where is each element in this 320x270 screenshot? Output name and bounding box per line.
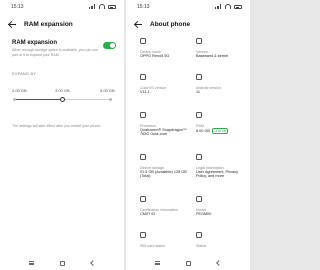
status-time: 15:13 bbox=[11, 4, 24, 10]
about-phone-screen: 15:13 About phone Device name OPPO Reno5… bbox=[126, 0, 250, 270]
battery-icon bbox=[234, 4, 242, 9]
size-option-2gb[interactable]: 2.00 GB bbox=[12, 88, 27, 93]
setting-title: RAM expansion bbox=[12, 40, 58, 46]
slider-fill bbox=[14, 99, 62, 100]
storage-icon bbox=[140, 154, 146, 160]
ram-expansion-toggle[interactable] bbox=[103, 42, 116, 49]
expand-by-label: EXPAND BY bbox=[12, 72, 37, 76]
wifi-icon bbox=[99, 4, 105, 9]
ram-expansion-setting[interactable]: RAM expansion When enough storage space … bbox=[12, 40, 116, 57]
wifi-icon bbox=[225, 4, 231, 9]
home-icon[interactable] bbox=[186, 260, 191, 266]
ram-expansion-screen: 15:13 RAM expansion RAM expansion When e… bbox=[0, 0, 124, 270]
status-cell[interactable]: Status bbox=[196, 232, 246, 248]
status-bar: 15:13 bbox=[126, 0, 250, 14]
status-icons bbox=[215, 4, 242, 9]
recents-icon[interactable] bbox=[155, 261, 160, 265]
coloros-icon bbox=[140, 74, 146, 80]
phone-icon bbox=[140, 38, 146, 44]
model-cell[interactable]: Model PEGM00 bbox=[196, 196, 246, 216]
size-option-3gb[interactable]: 3.00 GB bbox=[55, 88, 70, 93]
status-bar: 15:13 bbox=[0, 0, 124, 14]
sim-status-cell[interactable]: SIM card status bbox=[140, 232, 190, 248]
android-version-cell[interactable]: Android version 11 bbox=[196, 74, 246, 94]
processor-cell[interactable]: Processor Qualcomm® Snapdragon™ 765G Oct… bbox=[140, 112, 190, 137]
legal-icon bbox=[196, 154, 202, 160]
sim-icon bbox=[140, 232, 146, 238]
ram-icon bbox=[196, 112, 202, 118]
coloros-version-cell[interactable]: ColorOS version V11.1 bbox=[140, 74, 190, 94]
android-icon bbox=[196, 74, 202, 80]
about-grid: Device name OPPO Reno5 5G Version Baseba… bbox=[140, 38, 246, 260]
size-labels: 2.00 GB 3.00 GB 5.00 GB bbox=[12, 88, 118, 94]
ram-value: 8.00 GB bbox=[196, 129, 210, 134]
certification-cell[interactable]: Certification information CMIIT ID bbox=[140, 196, 190, 216]
device-storage-cell[interactable]: Device storage 91.4 GB (Available) 128 G… bbox=[140, 154, 190, 179]
version-icon bbox=[196, 38, 202, 44]
signal-icon bbox=[215, 4, 222, 9]
back-icon[interactable] bbox=[216, 260, 222, 266]
model-icon bbox=[196, 196, 202, 202]
legal-information-cell[interactable]: Legal information User Agreement, Privac… bbox=[196, 154, 246, 179]
navigation-bar bbox=[126, 256, 250, 270]
back-arrow-icon[interactable] bbox=[6, 16, 22, 32]
page-title: RAM expansion bbox=[24, 20, 73, 28]
home-icon[interactable] bbox=[60, 260, 65, 266]
app-bar: About phone bbox=[126, 16, 250, 32]
page-title: About phone bbox=[150, 20, 191, 28]
expand-size-slider[interactable] bbox=[12, 97, 112, 102]
back-icon[interactable] bbox=[90, 260, 96, 266]
certificate-icon bbox=[140, 196, 146, 202]
ram-cell[interactable]: RAM 8.00 GB +3.00 GB bbox=[196, 112, 246, 135]
setting-description: When enough storage space is available, … bbox=[12, 48, 99, 57]
status-icons bbox=[89, 4, 116, 9]
processor-icon bbox=[140, 112, 146, 118]
slider-tick bbox=[108, 97, 112, 101]
recents-icon[interactable] bbox=[29, 261, 34, 265]
navigation-bar bbox=[0, 256, 124, 270]
size-option-5gb[interactable]: 5.00 GB bbox=[100, 88, 115, 93]
status-icon bbox=[196, 232, 202, 238]
battery-icon bbox=[108, 4, 116, 9]
restart-note: The settings will take effect after you … bbox=[12, 124, 102, 128]
version-cell[interactable]: Version Baseband & kernel bbox=[196, 38, 246, 58]
back-arrow-icon[interactable] bbox=[132, 16, 148, 32]
slider-thumb[interactable] bbox=[59, 97, 65, 102]
device-name-cell[interactable]: Device name OPPO Reno5 5G bbox=[140, 38, 190, 58]
ram-expansion-badge: +3.00 GB bbox=[211, 128, 228, 135]
slider-tick bbox=[12, 97, 16, 101]
status-time: 15:13 bbox=[137, 4, 150, 10]
app-bar: RAM expansion bbox=[0, 16, 124, 32]
signal-icon bbox=[89, 4, 96, 9]
